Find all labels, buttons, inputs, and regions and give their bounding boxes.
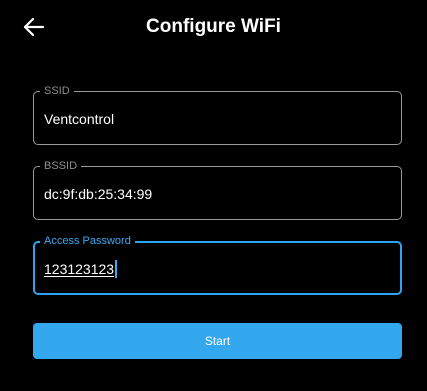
access-password-value: 123123123 <box>44 261 115 277</box>
page-title: Configure WiFi <box>146 16 281 37</box>
ssid-label: SSID <box>40 84 74 98</box>
start-button[interactable]: Start <box>33 323 402 359</box>
configure-wifi-screen: Configure WiFi SSID Ventcontrol BSSID dc… <box>0 0 427 391</box>
bssid-field[interactable]: BSSID dc:9f:db:25:34:99 <box>33 159 402 220</box>
bssid-label: BSSID <box>40 159 82 173</box>
ssid-value: Ventcontrol <box>44 111 115 127</box>
ssid-field[interactable]: SSID Ventcontrol <box>33 84 402 145</box>
app-header: Configure WiFi <box>0 0 427 60</box>
text-cursor <box>115 260 118 278</box>
access-password-field[interactable]: Access Password 123123123 <box>33 234 402 295</box>
access-password-label: Access Password <box>40 234 135 248</box>
bssid-value: dc:9f:db:25:34:99 <box>44 186 153 202</box>
access-password-input[interactable]: 123123123 <box>44 260 118 278</box>
